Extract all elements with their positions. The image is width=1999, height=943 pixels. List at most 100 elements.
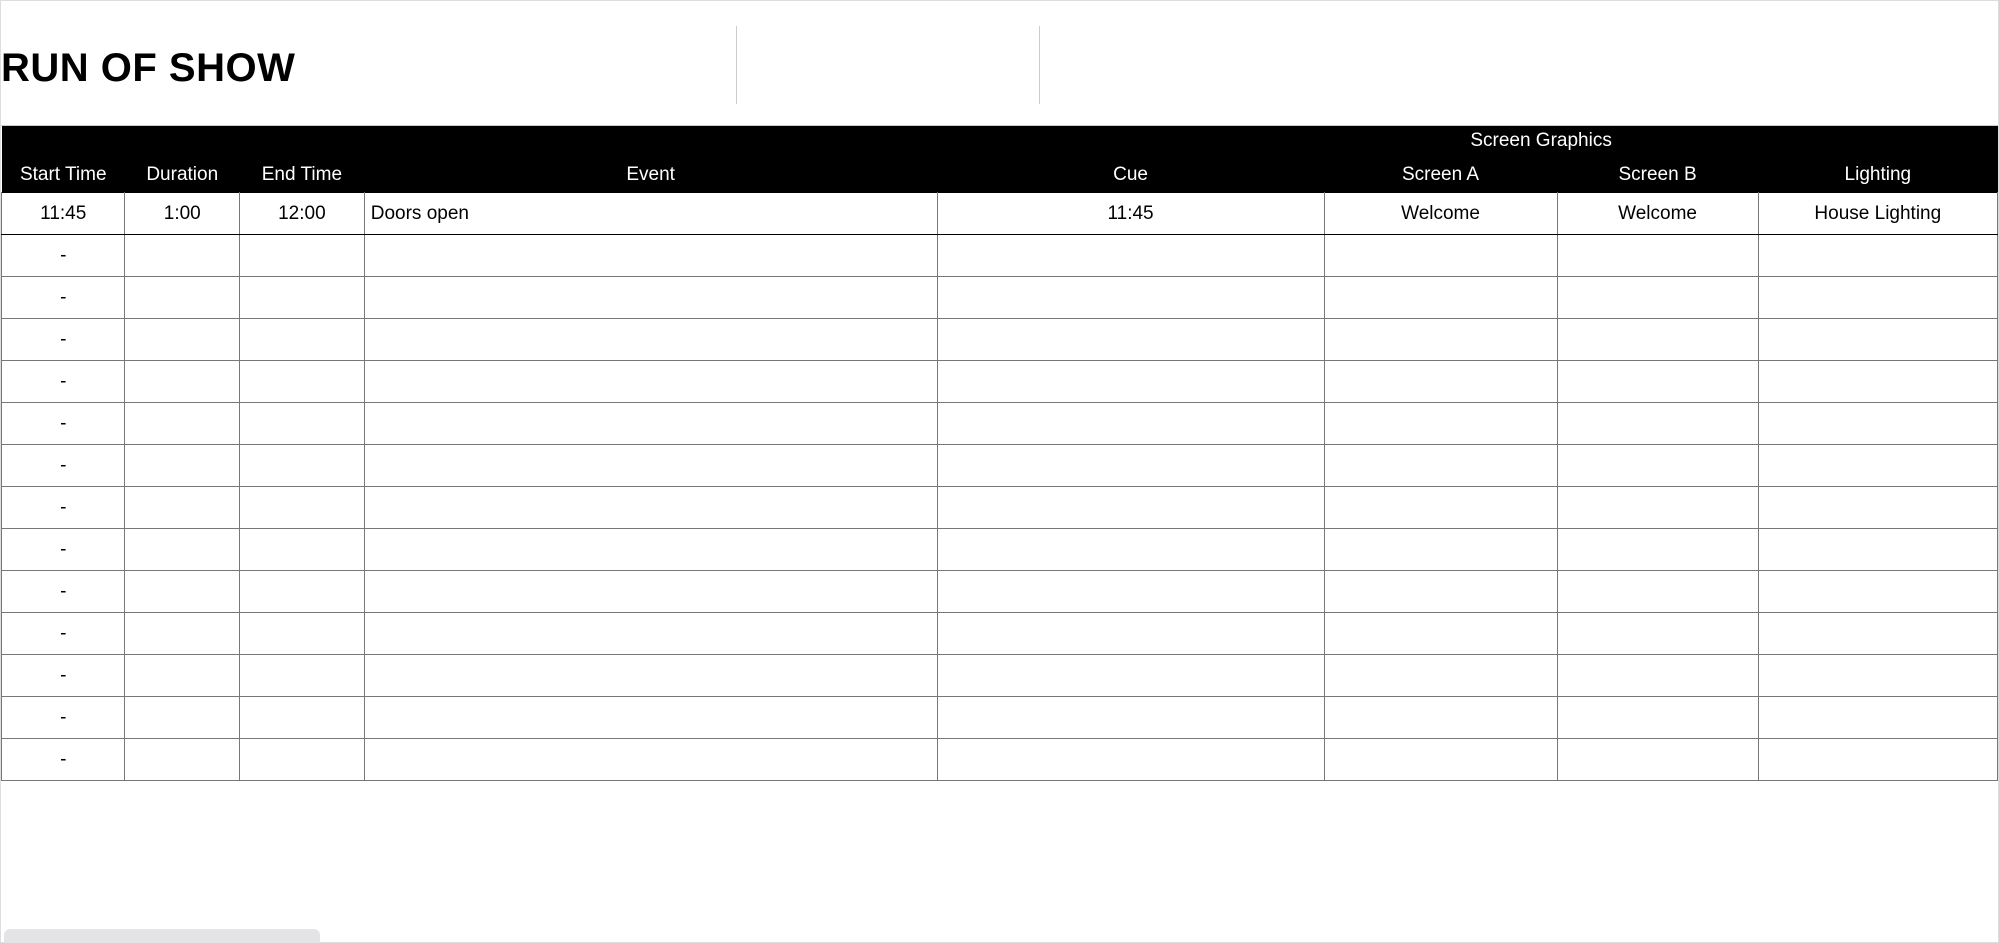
cell-cue[interactable] [937, 697, 1324, 739]
cell-screen-a[interactable] [1324, 319, 1557, 361]
cell-duration[interactable] [125, 613, 240, 655]
cell-lighting[interactable] [1758, 655, 1997, 697]
cell-event[interactable] [364, 697, 937, 739]
cell-start-time[interactable]: - [2, 487, 125, 529]
cell-start-time[interactable]: - [2, 613, 125, 655]
cell-event[interactable] [364, 445, 937, 487]
cell-duration[interactable] [125, 571, 240, 613]
cell-lighting[interactable] [1758, 445, 1997, 487]
table-row[interactable]: - [2, 487, 1998, 529]
cell-event[interactable] [364, 529, 937, 571]
cell-event[interactable]: Doors open [364, 193, 937, 235]
cell-cue[interactable]: 11:45 [937, 193, 1324, 235]
table-row[interactable]: - [2, 655, 1998, 697]
table-row[interactable]: - [2, 739, 1998, 781]
run-of-show-table[interactable]: Screen Graphics Start Time Duration End … [1, 126, 1998, 781]
cell-end-time[interactable] [240, 319, 365, 361]
cell-end-time[interactable] [240, 361, 365, 403]
cell-duration[interactable] [125, 445, 240, 487]
cell-event[interactable] [364, 361, 937, 403]
cell-lighting[interactable] [1758, 403, 1997, 445]
cell-screen-b[interactable] [1557, 571, 1758, 613]
cell-start-time[interactable]: - [2, 403, 125, 445]
cell-start-time[interactable]: - [2, 655, 125, 697]
table-row[interactable]: - [2, 319, 1998, 361]
cell-cue[interactable] [937, 487, 1324, 529]
cell-lighting[interactable] [1758, 487, 1997, 529]
cell-duration[interactable] [125, 697, 240, 739]
cell-end-time[interactable]: 12:00 [240, 193, 365, 235]
cell-screen-b[interactable] [1557, 487, 1758, 529]
cell-end-time[interactable] [240, 697, 365, 739]
cell-screen-b[interactable] [1557, 655, 1758, 697]
cell-cue[interactable] [937, 739, 1324, 781]
cell-duration[interactable] [125, 361, 240, 403]
cell-cue[interactable] [937, 445, 1324, 487]
cell-end-time[interactable] [240, 739, 365, 781]
cell-start-time[interactable]: - [2, 571, 125, 613]
table-row[interactable]: - [2, 571, 1998, 613]
cell-start-time[interactable]: 11:45 [2, 193, 125, 235]
cell-event[interactable] [364, 235, 937, 277]
cell-duration[interactable] [125, 655, 240, 697]
cell-lighting[interactable] [1758, 277, 1997, 319]
cell-screen-b[interactable] [1557, 445, 1758, 487]
cell-event[interactable] [364, 277, 937, 319]
table-row[interactable]: 11:451:0012:00Doors open11:45WelcomeWelc… [2, 193, 1998, 235]
table-row[interactable]: - [2, 529, 1998, 571]
table-row[interactable]: - [2, 697, 1998, 739]
cell-lighting[interactable] [1758, 571, 1997, 613]
cell-event[interactable] [364, 403, 937, 445]
cell-screen-b[interactable] [1557, 361, 1758, 403]
cell-duration[interactable]: 1:00 [125, 193, 240, 235]
cell-cue[interactable] [937, 613, 1324, 655]
table-row[interactable]: - [2, 445, 1998, 487]
cell-screen-a[interactable] [1324, 361, 1557, 403]
table-row[interactable]: - [2, 613, 1998, 655]
cell-end-time[interactable] [240, 529, 365, 571]
cell-screen-a[interactable] [1324, 487, 1557, 529]
table-row[interactable]: - [2, 235, 1998, 277]
cell-lighting[interactable] [1758, 697, 1997, 739]
cell-lighting[interactable] [1758, 361, 1997, 403]
cell-start-time[interactable]: - [2, 445, 125, 487]
cell-event[interactable] [364, 487, 937, 529]
cell-end-time[interactable] [240, 445, 365, 487]
cell-screen-b[interactable] [1557, 613, 1758, 655]
cell-lighting[interactable]: House Lighting [1758, 193, 1997, 235]
cell-screen-a[interactable] [1324, 613, 1557, 655]
cell-screen-b[interactable] [1557, 319, 1758, 361]
cell-screen-a[interactable] [1324, 571, 1557, 613]
cell-duration[interactable] [125, 235, 240, 277]
cell-lighting[interactable] [1758, 739, 1997, 781]
cell-lighting[interactable] [1758, 235, 1997, 277]
cell-duration[interactable] [125, 403, 240, 445]
table-row[interactable]: - [2, 403, 1998, 445]
cell-start-time[interactable]: - [2, 277, 125, 319]
cell-start-time[interactable]: - [2, 529, 125, 571]
cell-start-time[interactable]: - [2, 319, 125, 361]
cell-duration[interactable] [125, 319, 240, 361]
cell-screen-a[interactable] [1324, 445, 1557, 487]
cell-end-time[interactable] [240, 403, 365, 445]
cell-screen-b[interactable] [1557, 529, 1758, 571]
cell-event[interactable] [364, 319, 937, 361]
cell-screen-a[interactable] [1324, 403, 1557, 445]
cell-end-time[interactable] [240, 655, 365, 697]
cell-screen-b[interactable] [1557, 403, 1758, 445]
table-row[interactable]: - [2, 361, 1998, 403]
cell-start-time[interactable]: - [2, 235, 125, 277]
cell-end-time[interactable] [240, 613, 365, 655]
cell-screen-b[interactable]: Welcome [1557, 193, 1758, 235]
cell-lighting[interactable] [1758, 613, 1997, 655]
cell-screen-a[interactable] [1324, 277, 1557, 319]
cell-screen-a[interactable] [1324, 235, 1557, 277]
cell-start-time[interactable]: - [2, 739, 125, 781]
cell-event[interactable] [364, 571, 937, 613]
cell-event[interactable] [364, 613, 937, 655]
cell-cue[interactable] [937, 235, 1324, 277]
cell-screen-a[interactable] [1324, 655, 1557, 697]
cell-screen-a[interactable] [1324, 697, 1557, 739]
cell-screen-a[interactable] [1324, 739, 1557, 781]
cell-end-time[interactable] [240, 277, 365, 319]
